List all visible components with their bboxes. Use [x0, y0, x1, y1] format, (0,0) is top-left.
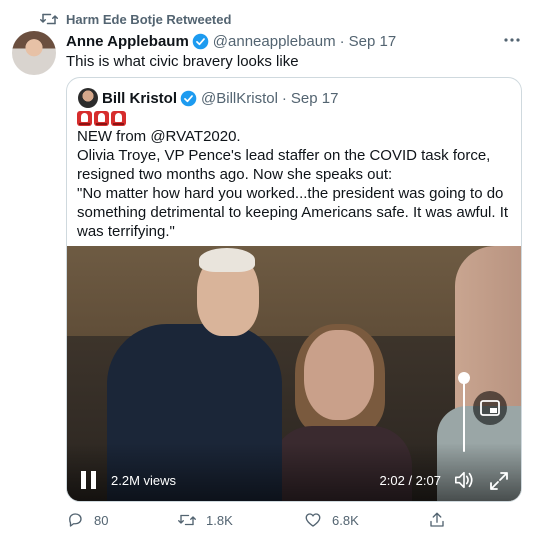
quoted-line: NEW from @RVAT2020.	[77, 128, 241, 145]
avatar[interactable]	[12, 31, 56, 75]
retweet-button[interactable]: 1.8K	[178, 510, 233, 530]
retweet-context: Harm Ede Botje Retweeted	[40, 11, 231, 27]
video-player[interactable]: 2.2M views 2:02 / 2:07	[67, 246, 521, 501]
pause-button[interactable]	[81, 471, 97, 489]
retweet-icon	[40, 13, 58, 25]
author-name[interactable]: Anne Applebaum	[66, 33, 189, 50]
reply-count: 80	[94, 512, 109, 528]
volume-slider[interactable]	[458, 372, 470, 452]
volume-knob[interactable]	[458, 372, 470, 384]
tweet-text: This is what civic bravery looks like	[66, 53, 299, 70]
picture-in-picture-button[interactable]	[473, 391, 507, 425]
quoted-avatar[interactable]	[78, 88, 98, 108]
like-count: 6.8K	[332, 512, 359, 528]
volume-track	[463, 376, 465, 452]
author-handle[interactable]: @anneapplebaum	[213, 33, 336, 50]
more-icon[interactable]	[503, 33, 521, 47]
siren-icon	[77, 111, 92, 126]
tweet-header: Anne Applebaum @anneapplebaum · Sep 17	[66, 32, 396, 50]
like-button[interactable]: 6.8K	[304, 510, 359, 530]
video-frame-figure	[304, 330, 374, 420]
pause-icon	[91, 471, 96, 489]
siren-emoji-row	[77, 111, 126, 126]
quoted-author-name[interactable]: Bill Kristol	[102, 90, 177, 107]
tweet-timestamp[interactable]: Sep 17	[349, 33, 397, 50]
view-count: 2.2M views	[111, 473, 177, 488]
share-button[interactable]	[428, 510, 446, 530]
quoted-header: Bill Kristol @BillKristol · Sep 17	[102, 88, 338, 108]
picture-in-picture-icon	[480, 400, 500, 416]
quoted-tweet[interactable]: Bill Kristol @BillKristol · Sep 17 NEW f…	[66, 77, 522, 502]
verified-icon	[192, 33, 209, 49]
retweet-count: 1.8K	[206, 512, 233, 528]
separator-dot: ·	[339, 32, 345, 50]
tweet-actions: 80 1.8K 6.8K	[66, 510, 522, 530]
video-time: 2:02 / 2:07	[379, 473, 441, 488]
share-icon	[430, 512, 444, 527]
retweet-icon	[178, 514, 196, 526]
siren-icon	[111, 111, 126, 126]
verified-icon	[180, 90, 197, 106]
reply-button[interactable]: 80	[66, 510, 108, 530]
siren-icon	[94, 111, 109, 126]
pause-icon	[81, 471, 86, 489]
quoted-line: Olivia Troye, VP Pence's lead staffer on…	[77, 147, 491, 183]
retweet-context-label[interactable]: Harm Ede Botje Retweeted	[66, 12, 231, 27]
quoted-timestamp[interactable]: Sep 17	[291, 90, 339, 107]
reply-icon	[69, 513, 82, 527]
quoted-author-handle[interactable]: @BillKristol	[201, 90, 278, 107]
quoted-text: NEW from @RVAT2020. Olivia Troye, VP Pen…	[77, 127, 517, 241]
fullscreen-icon[interactable]	[489, 471, 509, 491]
separator-dot: ·	[281, 89, 287, 107]
quoted-line: "No matter how hard you worked...the pre…	[77, 185, 509, 240]
volume-icon[interactable]	[453, 470, 475, 490]
like-icon	[305, 513, 321, 527]
